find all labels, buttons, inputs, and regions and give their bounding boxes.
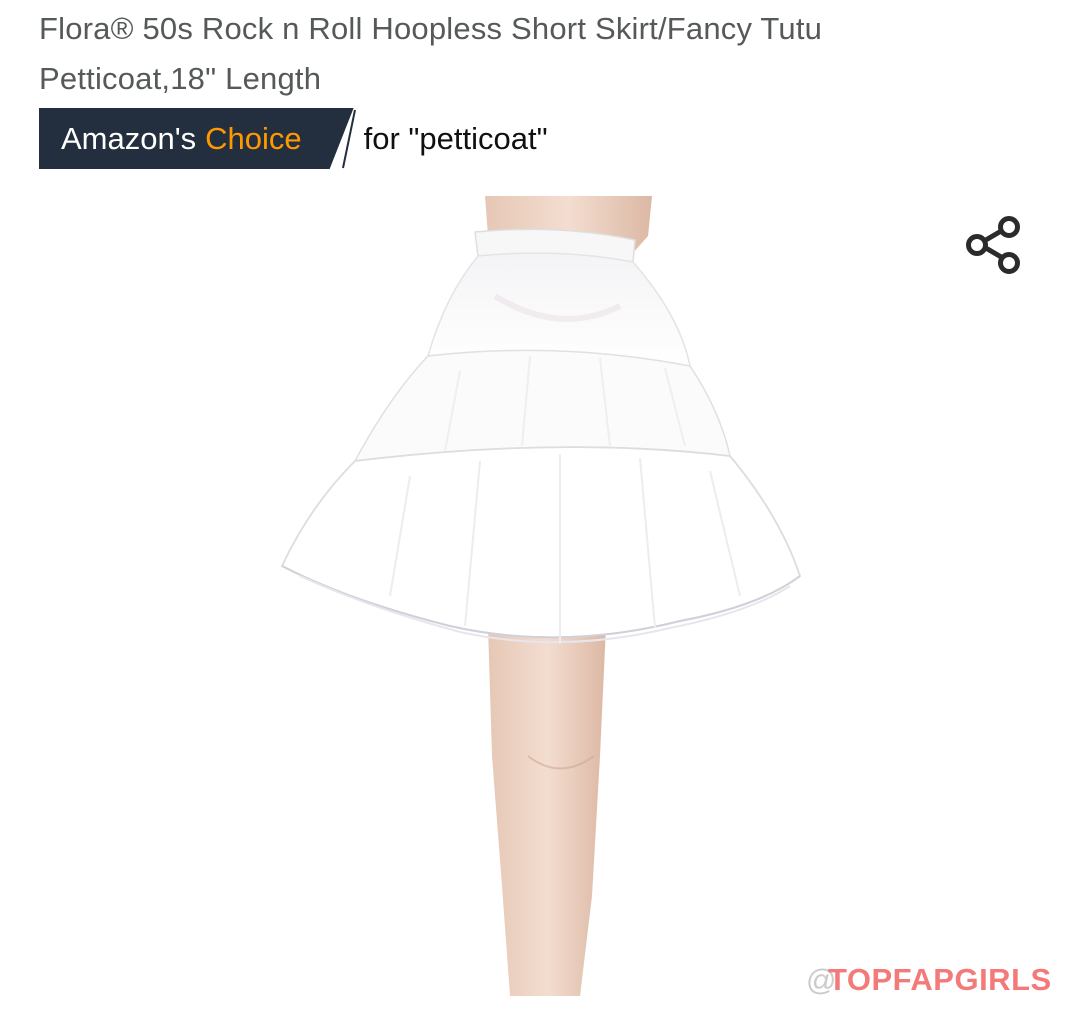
amazons-choice-badge[interactable]: Amazon's Choice (39, 108, 354, 169)
badge-highlight: Choice (205, 120, 302, 156)
badge-query[interactable]: for "petticoat" (364, 121, 548, 157)
product-image[interactable] (260, 196, 820, 996)
watermark: @ TOPFAPGIRLS (806, 962, 1052, 998)
share-icon[interactable] (962, 213, 1026, 277)
watermark-brand: TOPFAPGIRLS (828, 962, 1052, 997)
badge-prefix: Amazon's (61, 120, 197, 156)
amazons-choice-row: Amazon's Choice for "petticoat" (39, 108, 548, 169)
product-title: Flora® 50s Rock n Roll Hoopless Short Sk… (39, 11, 823, 96)
